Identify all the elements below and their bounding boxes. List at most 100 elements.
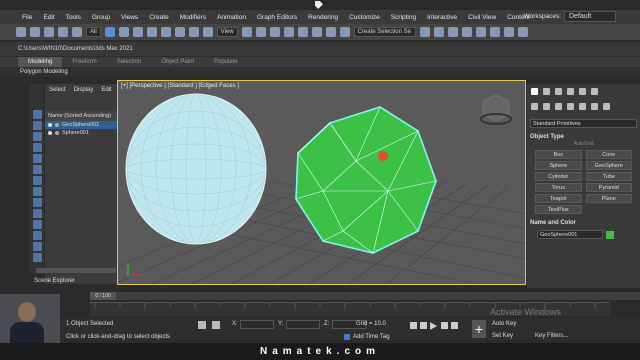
x-coord-field[interactable] xyxy=(240,320,274,329)
redo-icon[interactable] xyxy=(30,27,40,37)
undo-icon[interactable] xyxy=(16,27,26,37)
hierarchy-tab-icon[interactable] xyxy=(555,88,562,95)
absolute-mode-icon[interactable] xyxy=(212,321,220,329)
display-shapes-icon[interactable] xyxy=(32,143,42,152)
tab-populate[interactable]: Populate xyxy=(204,57,248,67)
systems-icon[interactable] xyxy=(603,103,610,110)
display-all-icon[interactable] xyxy=(32,121,42,130)
auto-key-button[interactable]: Auto Key xyxy=(492,321,516,327)
add-time-tag[interactable]: Add Time Tag xyxy=(353,334,390,340)
menu-create[interactable]: Create xyxy=(149,14,169,21)
list-item[interactable]: GeoSphere001 xyxy=(45,121,117,129)
eye-icon[interactable] xyxy=(48,131,52,135)
utilities-tab-icon[interactable] xyxy=(591,88,598,95)
render-frame-icon[interactable] xyxy=(503,27,514,37)
shapes-icon[interactable] xyxy=(543,103,550,110)
y-coord-field[interactable] xyxy=(286,320,320,329)
render-setup-icon[interactable] xyxy=(489,27,500,37)
project-path[interactable]: C:\Users\WIN10\Documents\3ds Max 2021 xyxy=(18,46,133,52)
percent-snap-icon[interactable] xyxy=(311,27,322,37)
display-geometry-icon[interactable] xyxy=(32,132,42,141)
object-color-swatch[interactable] xyxy=(606,230,614,239)
teapot-button[interactable]: Teapot xyxy=(535,194,582,203)
rotate-icon[interactable] xyxy=(174,27,185,37)
display-bones-icon[interactable] xyxy=(32,220,42,229)
tube-button[interactable]: Tube xyxy=(585,172,632,181)
pivot-gizmo[interactable] xyxy=(378,151,388,161)
textplus-button[interactable]: TextPlus xyxy=(535,205,582,214)
box-button[interactable]: Box xyxy=(535,150,582,159)
select-manipulate-icon[interactable] xyxy=(255,27,266,37)
placement-icon[interactable] xyxy=(202,27,213,37)
play-icon[interactable] xyxy=(430,322,437,330)
reference-coordinate-dropdown[interactable]: View xyxy=(216,27,238,37)
viewport-scene[interactable] xyxy=(118,81,526,285)
link-icon[interactable] xyxy=(44,27,54,37)
render-icon[interactable] xyxy=(517,27,528,37)
freeze-icon[interactable] xyxy=(55,123,59,127)
time-slider-thumb[interactable]: 0 / 100 xyxy=(90,292,116,300)
goto-end-icon[interactable] xyxy=(451,322,458,329)
geometry-icon[interactable] xyxy=(531,103,538,110)
display-frozen-icon[interactable] xyxy=(32,242,42,251)
eye-icon[interactable] xyxy=(48,123,52,127)
window-crossing-icon[interactable] xyxy=(146,27,157,37)
workspace-dropdown[interactable]: Default xyxy=(564,11,616,22)
prev-frame-icon[interactable] xyxy=(420,322,427,329)
cylinder-button[interactable]: Cylinder xyxy=(535,172,582,181)
primitive-type-dropdown[interactable]: Standard Primitives xyxy=(530,119,637,128)
menu-file[interactable]: File xyxy=(22,14,32,21)
explorer-scrollbar[interactable] xyxy=(36,268,116,273)
explorer-tab-select[interactable]: Select xyxy=(49,87,66,93)
display-groups-icon[interactable] xyxy=(32,198,42,207)
set-key-button[interactable]: Set Key xyxy=(492,333,513,339)
display-containers-icon[interactable] xyxy=(32,231,42,240)
menu-tools[interactable]: Tools xyxy=(66,14,81,21)
scale-icon[interactable] xyxy=(188,27,199,37)
bind-space-warp-icon[interactable] xyxy=(72,27,82,37)
sphere-button[interactable]: Sphere xyxy=(535,161,582,170)
plane-button[interactable]: Plane xyxy=(585,194,632,203)
lock-selection-icon[interactable] xyxy=(198,321,206,329)
menu-animation[interactable]: Animation xyxy=(217,14,246,21)
named-selection-dropdown[interactable]: Create Selection Se xyxy=(353,27,416,37)
menu-graph-editors[interactable]: Graph Editors xyxy=(257,14,297,21)
selection-region-icon[interactable] xyxy=(132,27,143,37)
geosphere001[interactable] xyxy=(295,106,437,254)
select-by-name-icon[interactable] xyxy=(118,27,129,37)
menu-rendering[interactable]: Rendering xyxy=(308,14,338,21)
viewcube[interactable] xyxy=(480,94,512,125)
snaps-toggle-icon[interactable] xyxy=(283,27,294,37)
move-icon[interactable] xyxy=(160,27,171,37)
menu-interactive[interactable]: Interactive xyxy=(427,14,457,21)
polygon-modeling-label[interactable]: Polygon Modeling xyxy=(20,69,68,75)
autogrid-checkbox[interactable]: AutoGrid xyxy=(527,141,640,147)
time-tag-icon[interactable] xyxy=(344,334,350,340)
pivot-center-icon[interactable] xyxy=(241,27,252,37)
spinner-snap-icon[interactable] xyxy=(325,27,336,37)
space-warps-icon[interactable] xyxy=(591,103,598,110)
torus-button[interactable]: Torus xyxy=(535,183,582,192)
menu-civil-view[interactable]: Civil View xyxy=(468,14,496,21)
helpers-icon[interactable] xyxy=(579,103,586,110)
keyboard-shortcut-icon[interactable] xyxy=(269,27,280,37)
next-frame-icon[interactable] xyxy=(441,322,448,329)
menu-edit[interactable]: Edit xyxy=(43,14,54,21)
display-lights-icon[interactable] xyxy=(32,154,42,163)
set-key-icon[interactable]: + xyxy=(472,320,486,338)
menu-modifiers[interactable]: Modifiers xyxy=(180,14,206,21)
explorer-tab-edit[interactable]: Edit xyxy=(101,87,111,93)
sphere001[interactable] xyxy=(125,93,267,245)
display-helpers-icon[interactable] xyxy=(32,176,42,185)
time-slider[interactable]: 0 / 100 xyxy=(90,292,640,300)
align-icon[interactable] xyxy=(433,27,444,37)
tab-selection[interactable]: Selection xyxy=(107,57,152,67)
mirror-icon[interactable] xyxy=(419,27,430,37)
layer-explorer-icon[interactable] xyxy=(447,27,458,37)
viewport-label[interactable]: [+] [Perspective ] [Standard ] [Edged Fa… xyxy=(121,83,239,89)
tab-object-paint[interactable]: Object Paint xyxy=(151,57,204,67)
angle-snap-icon[interactable] xyxy=(297,27,308,37)
explorer-tab-display[interactable]: Display xyxy=(74,87,94,93)
menu-customize[interactable]: Customize xyxy=(349,14,380,21)
key-filters-button[interactable]: Key Filters... xyxy=(535,333,568,339)
